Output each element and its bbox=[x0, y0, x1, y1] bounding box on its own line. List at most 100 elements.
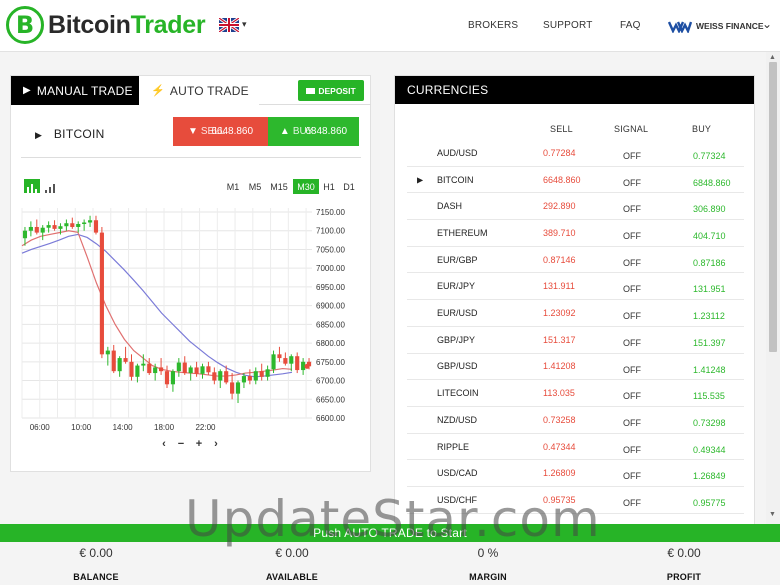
broker-chevron-down-icon[interactable]: ⌄ bbox=[762, 17, 772, 31]
broker-selector[interactable]: WEISS FINANCE bbox=[668, 19, 764, 33]
candle-body bbox=[141, 363, 146, 366]
candle-body bbox=[289, 356, 294, 364]
currency-row[interactable]: ETHEREUM 389.710 OFF 404.710 bbox=[407, 220, 744, 247]
buy-price: 1.26849 bbox=[693, 471, 726, 482]
currency-row[interactable]: NZD/USD 0.73258 OFF 0.73298 bbox=[407, 407, 744, 434]
currency-row[interactable]: USD/CAD 1.26809 OFF 1.26849 bbox=[407, 460, 744, 488]
scroll-up-icon[interactable]: ▲ bbox=[769, 54, 776, 61]
candle-body bbox=[235, 382, 241, 394]
currency-name: ETHEREUM bbox=[437, 227, 488, 238]
y-tick-label: 6850.00 bbox=[316, 320, 345, 329]
currency-name: AUD/USD bbox=[437, 147, 478, 158]
available-value: € 0.00 bbox=[275, 546, 309, 560]
currency-row[interactable]: EUR/USD 1.23092 OFF 1.23112 bbox=[407, 300, 744, 327]
balance-value: € 0.00 bbox=[79, 546, 113, 560]
signal-status: OFF bbox=[623, 231, 641, 242]
zoom-out-icon[interactable]: − bbox=[174, 437, 188, 451]
page-scrollbar[interactable]: ▲ ▼ bbox=[766, 52, 780, 524]
selected-arrow-icon: ▶ bbox=[417, 175, 424, 185]
candle-body bbox=[58, 226, 63, 229]
col-signal-header: SIGNAL bbox=[614, 124, 649, 134]
candle-body bbox=[147, 363, 152, 374]
currency-name: BITCOIN bbox=[437, 174, 474, 185]
currency-name: EUR/USD bbox=[437, 308, 478, 319]
sell-price: 151.317 bbox=[543, 334, 576, 345]
signal-status: OFF bbox=[623, 257, 641, 268]
candle-body bbox=[70, 223, 75, 227]
currency-row[interactable]: ▶ BITCOIN 6648.860 OFF 6848.860 bbox=[407, 167, 744, 194]
x-tick-label: 22:00 bbox=[195, 423, 216, 432]
currency-row[interactable]: GBP/JPY 151.317 OFF 151.397 bbox=[407, 327, 744, 354]
candle-body bbox=[188, 367, 193, 374]
buy-price: 404.710 bbox=[693, 231, 726, 242]
bitcointrader-logo[interactable]: B BitcoinTrader bbox=[6, 6, 206, 44]
candle-body bbox=[224, 371, 229, 383]
buy-price: 0.87186 bbox=[693, 257, 726, 268]
currency-row[interactable]: LITECOIN 113.035 OFF 115.535 bbox=[407, 380, 744, 407]
candle-body bbox=[259, 371, 264, 377]
top-header: B BitcoinTrader ▾ BROKERS SUPPORT FAQ WE… bbox=[0, 0, 780, 52]
candle-body bbox=[28, 226, 33, 231]
language-caret-icon[interactable]: ▾ bbox=[242, 19, 247, 30]
candle-body bbox=[40, 227, 45, 233]
y-tick-label: 7150.00 bbox=[316, 208, 345, 217]
nav-faq[interactable]: FAQ bbox=[620, 20, 641, 31]
currencies-title: CURRENCIES bbox=[395, 76, 754, 104]
candle-body bbox=[164, 371, 170, 385]
currency-row[interactable]: GBP/USD 1.41208 OFF 1.41248 bbox=[407, 354, 744, 381]
candle-body bbox=[212, 372, 217, 381]
logo-wordmark: BitcoinTrader bbox=[48, 10, 206, 40]
nav-brokers[interactable]: BROKERS bbox=[468, 20, 518, 31]
currency-row[interactable]: EUR/JPY 131.911 OFF 131.951 bbox=[407, 274, 744, 301]
scroll-right-icon[interactable]: › bbox=[209, 437, 223, 451]
signal-status: OFF bbox=[623, 284, 641, 295]
y-tick-label: 6700.00 bbox=[316, 377, 345, 386]
currency-row[interactable]: AUD/USD 0.77284 OFF 0.77324 bbox=[407, 140, 744, 167]
candle-body bbox=[99, 232, 104, 355]
buy-price: 1.23112 bbox=[693, 311, 725, 322]
candle-body bbox=[93, 220, 99, 233]
currency-row[interactable]: DASH 292.890 OFF 306.890 bbox=[407, 193, 744, 221]
signal-status: OFF bbox=[623, 417, 641, 428]
zoom-in-icon[interactable]: + bbox=[192, 437, 206, 451]
scroll-thumb[interactable] bbox=[769, 62, 777, 352]
scroll-left-icon[interactable]: ‹ bbox=[157, 437, 171, 451]
price-chart[interactable]: 7150.00 7100.00 7050.00 7000.00 6950.00 6900.… bbox=[11, 76, 372, 473]
buy-price: 0.73298 bbox=[693, 417, 726, 428]
signal-status: OFF bbox=[623, 471, 641, 482]
currency-name: USD/CAD bbox=[437, 468, 478, 479]
candle-body bbox=[64, 223, 69, 227]
sell-price: 292.890 bbox=[543, 201, 576, 212]
y-tick-label: 6800.00 bbox=[316, 339, 345, 348]
candle-body bbox=[105, 350, 110, 355]
signal-status: OFF bbox=[623, 337, 641, 348]
candle-body bbox=[135, 365, 140, 377]
currency-name: NZD/USD bbox=[437, 414, 477, 425]
currency-name: EUR/GBP bbox=[437, 254, 478, 265]
currency-row[interactable]: EUR/GBP 0.87146 OFF 0.87186 bbox=[407, 247, 744, 274]
buy-price: 131.951 bbox=[693, 284, 726, 295]
uk-flag-icon[interactable] bbox=[219, 18, 239, 32]
logo-word-bitcoin: Bitcoin bbox=[48, 10, 131, 39]
currency-row[interactable]: RIPPLE 0.47344 OFF 0.49344 bbox=[407, 434, 744, 461]
candle-body bbox=[82, 222, 87, 224]
candle-body bbox=[170, 371, 175, 385]
candle-body bbox=[247, 376, 252, 381]
weiss-finance-logo-icon bbox=[668, 21, 692, 33]
candle-body bbox=[123, 358, 128, 362]
candle-body bbox=[277, 354, 282, 359]
sell-price: 6648.860 bbox=[543, 174, 581, 185]
sell-price: 1.23092 bbox=[543, 308, 576, 319]
profit-value: € 0.00 bbox=[667, 546, 701, 560]
candle-body bbox=[241, 376, 247, 383]
scroll-down-icon[interactable]: ▼ bbox=[769, 511, 776, 518]
candle-body bbox=[176, 362, 181, 372]
candle-body bbox=[46, 225, 51, 228]
nav-support[interactable]: SUPPORT bbox=[543, 20, 593, 31]
sell-price: 389.710 bbox=[543, 227, 576, 238]
y-tick-label: 6650.00 bbox=[316, 395, 345, 404]
currency-name: GBP/USD bbox=[437, 361, 478, 372]
balance-label: BALANCE bbox=[73, 572, 119, 582]
signal-status: OFF bbox=[623, 444, 641, 455]
candle-body bbox=[182, 362, 187, 374]
